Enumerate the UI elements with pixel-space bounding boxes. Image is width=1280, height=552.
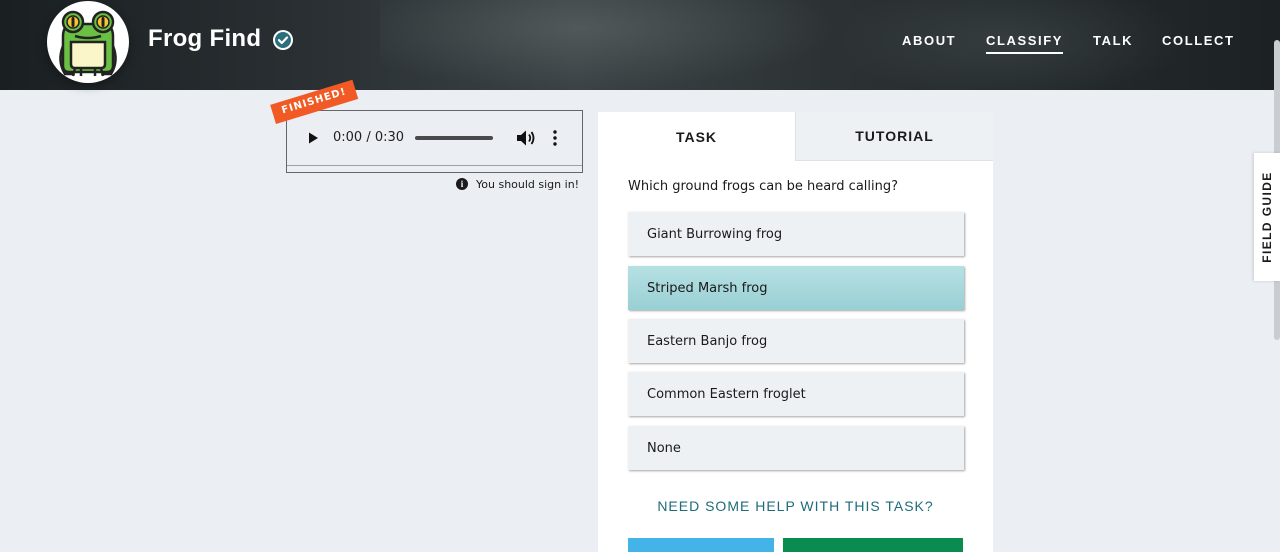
answer-none[interactable]: None [628, 426, 964, 470]
task-help-link[interactable]: NEED SOME HELP WITH THIS TASK? [598, 498, 993, 514]
play-icon[interactable] [308, 132, 319, 144]
signin-notice[interactable]: i You should sign in! [456, 176, 579, 192]
audio-progress-slider[interactable] [415, 136, 493, 140]
answer-striped-marsh-frog[interactable]: Striped Marsh frog [628, 266, 964, 310]
done-and-talk-button[interactable] [628, 538, 774, 552]
audio-player[interactable]: 0:00 / 0:30 [296, 117, 580, 159]
done-button[interactable] [783, 538, 963, 552]
nav-classify[interactable]: CLASSIFY [986, 33, 1064, 54]
signin-notice-text: You should sign in! [476, 177, 580, 191]
more-options-icon[interactable] [552, 130, 558, 146]
subject-frame-divider [287, 165, 582, 166]
frog-logo-icon [59, 10, 117, 77]
audio-time: 0:00 / 0:30 [333, 130, 405, 145]
task-panel: TASK TUTORIAL Which ground frogs can be … [598, 112, 993, 552]
answer-eastern-banjo-frog[interactable]: Eastern Banjo frog [628, 319, 964, 363]
tab-task[interactable]: TASK [598, 112, 795, 161]
info-icon: i [456, 178, 468, 190]
nav-about[interactable]: ABOUT [902, 33, 956, 53]
tab-tutorial[interactable]: TUTORIAL [795, 112, 993, 161]
nav-talk[interactable]: TALK [1093, 33, 1133, 53]
volume-icon[interactable] [516, 129, 536, 147]
field-guide-label: FIELD GUIDE [1260, 171, 1274, 263]
answer-giant-burrowing-frog[interactable]: Giant Burrowing frog [628, 212, 964, 256]
task-question: Which ground frogs can be heard calling? [628, 179, 899, 194]
project-avatar[interactable] [47, 1, 129, 83]
nav-collect[interactable]: COLLECT [1162, 33, 1235, 53]
answer-common-eastern-froglet[interactable]: Common Eastern froglet [628, 372, 964, 416]
field-guide-button[interactable]: FIELD GUIDE [1254, 153, 1280, 281]
project-title[interactable]: Frog Find [148, 25, 261, 53]
verified-badge-icon [273, 30, 293, 50]
